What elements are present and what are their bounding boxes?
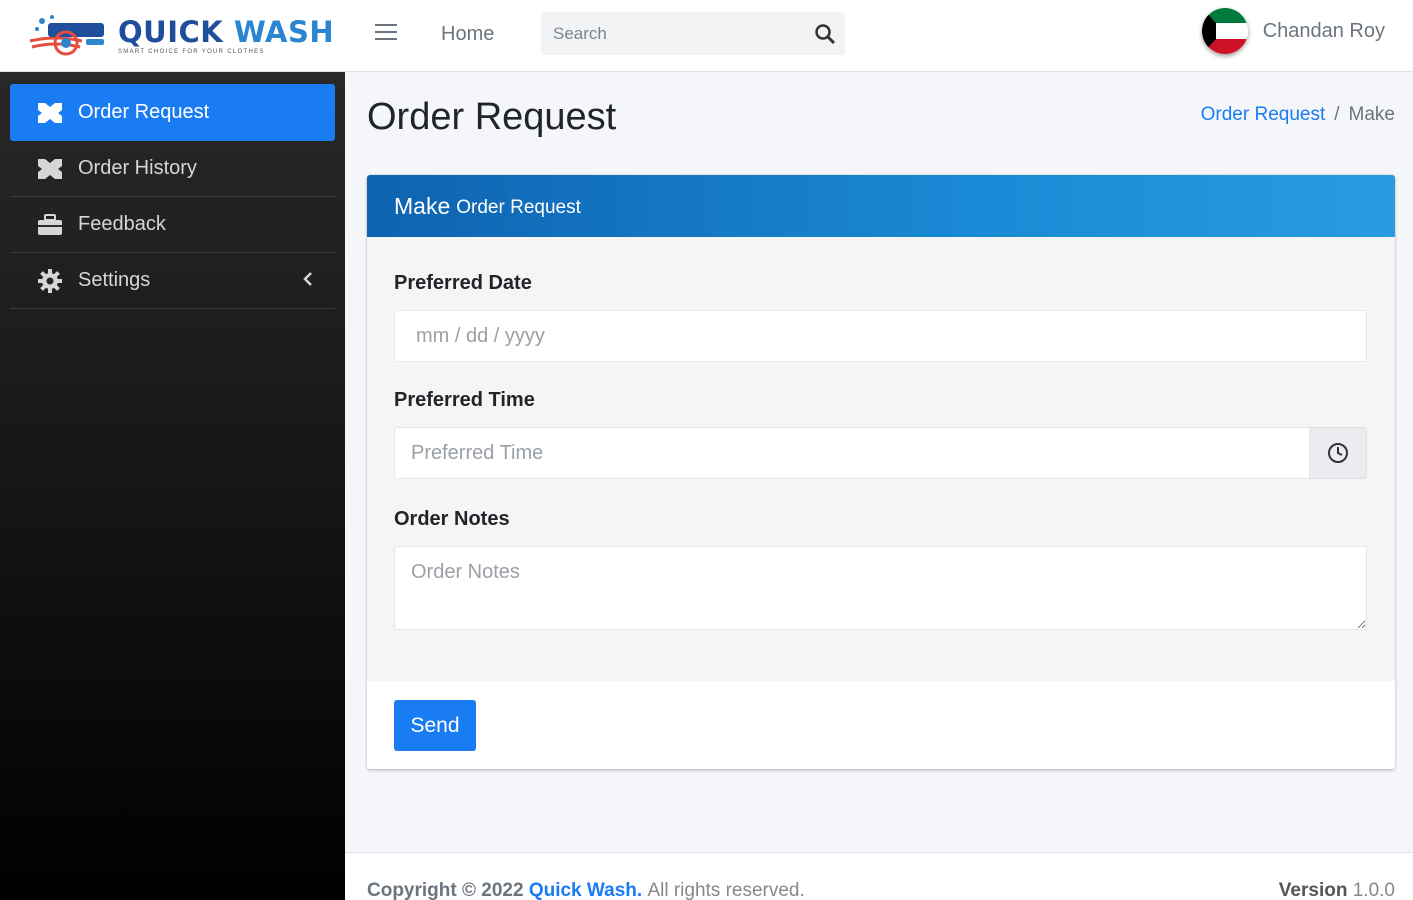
card-header: Make Order Request (367, 175, 1395, 237)
user-menu[interactable]: Chandan Roy (1201, 8, 1385, 54)
card-body: Preferred Date Preferred Time Order Note… (367, 237, 1395, 681)
brand-text: QUICK WASH SMART CHOICE FOR YOUR CLOTHES (118, 17, 334, 55)
card-title-make: Make (394, 192, 451, 219)
gear-icon (36, 268, 64, 294)
copyright-prefix: Copyright © 2022 (367, 880, 524, 900)
brand-tagline: SMART CHOICE FOR YOUR CLOTHES (118, 48, 265, 55)
copyright: Copyright © 2022 Quick Wash. All rights … (367, 880, 805, 900)
version-number: 1.0.0 (1352, 880, 1395, 900)
sidebar-item-feedback[interactable]: Feedback (10, 197, 335, 253)
page-footer: Copyright © 2022 Quick Wash. All rights … (345, 852, 1413, 900)
clock-icon[interactable] (1310, 427, 1367, 479)
sidebar-item-label: Settings (78, 269, 151, 291)
sidebar-nav: Order Request Order History Feedback Set… (0, 72, 345, 309)
card-title-order-request: Order Request (456, 197, 581, 218)
version-label: Version (1278, 880, 1348, 900)
sidebar-item-order-request[interactable]: Order Request (10, 84, 335, 141)
search-icon[interactable] (813, 22, 837, 46)
brand-logo-area[interactable]: QUICK WASH SMART CHOICE FOR YOUR CLOTHES (0, 0, 345, 72)
page-title: Order Request (367, 96, 617, 138)
avatar (1201, 8, 1248, 54)
topbar: Home Chandan Roy (345, 0, 1413, 72)
sidebar-item-label: Feedback (78, 213, 166, 235)
breadcrumb-separator: / (1334, 104, 1340, 125)
preferred-time-group (394, 427, 1367, 479)
order-notes-label: Order Notes (394, 508, 510, 530)
breadcrumb-current: Make (1348, 104, 1395, 125)
search-box (541, 12, 845, 55)
preferred-date-label: Preferred Date (394, 272, 532, 294)
chevron-left-icon (303, 271, 313, 292)
preferred-time-label: Preferred Time (394, 389, 535, 411)
breadcrumb-link[interactable]: Order Request (1201, 104, 1326, 125)
footer-brand-link[interactable]: Quick Wash. (529, 880, 642, 900)
sidebar: QUICK WASH SMART CHOICE FOR YOUR CLOTHES… (0, 0, 345, 900)
breadcrumb: Order Request / Make (1201, 104, 1395, 126)
sidebar-item-label: Order Request (78, 101, 210, 123)
version-info: Version 1.0.0 (1279, 880, 1395, 900)
menu-toggle-icon[interactable] (375, 24, 397, 44)
send-button[interactable]: Send (394, 700, 476, 751)
sidebar-item-label: Order History (78, 157, 197, 179)
copyright-rights: All rights reserved. (647, 880, 805, 900)
nav-home-link[interactable]: Home (441, 23, 494, 46)
order-notes-textarea[interactable] (394, 546, 1367, 630)
sidebar-item-settings[interactable]: Settings (10, 253, 335, 309)
order-request-card: Make Order Request Preferred Date Prefer… (367, 175, 1395, 769)
preferred-date-input[interactable] (394, 310, 1367, 362)
hanger-icon (36, 100, 64, 126)
card-footer: Send (367, 681, 1395, 769)
briefcase-icon (36, 212, 64, 238)
search-input[interactable] (541, 12, 791, 55)
user-name: Chandan Roy (1262, 19, 1385, 42)
brand-name: QUICK WASH (118, 14, 335, 49)
sidebar-item-order-history[interactable]: Order History (10, 141, 335, 197)
preferred-time-input[interactable] (394, 427, 1310, 479)
washing-machine-logo-icon (26, 13, 108, 59)
main-content: Order Request Order Request / Make Make Or… (345, 72, 1413, 852)
hanger-icon (36, 156, 64, 182)
